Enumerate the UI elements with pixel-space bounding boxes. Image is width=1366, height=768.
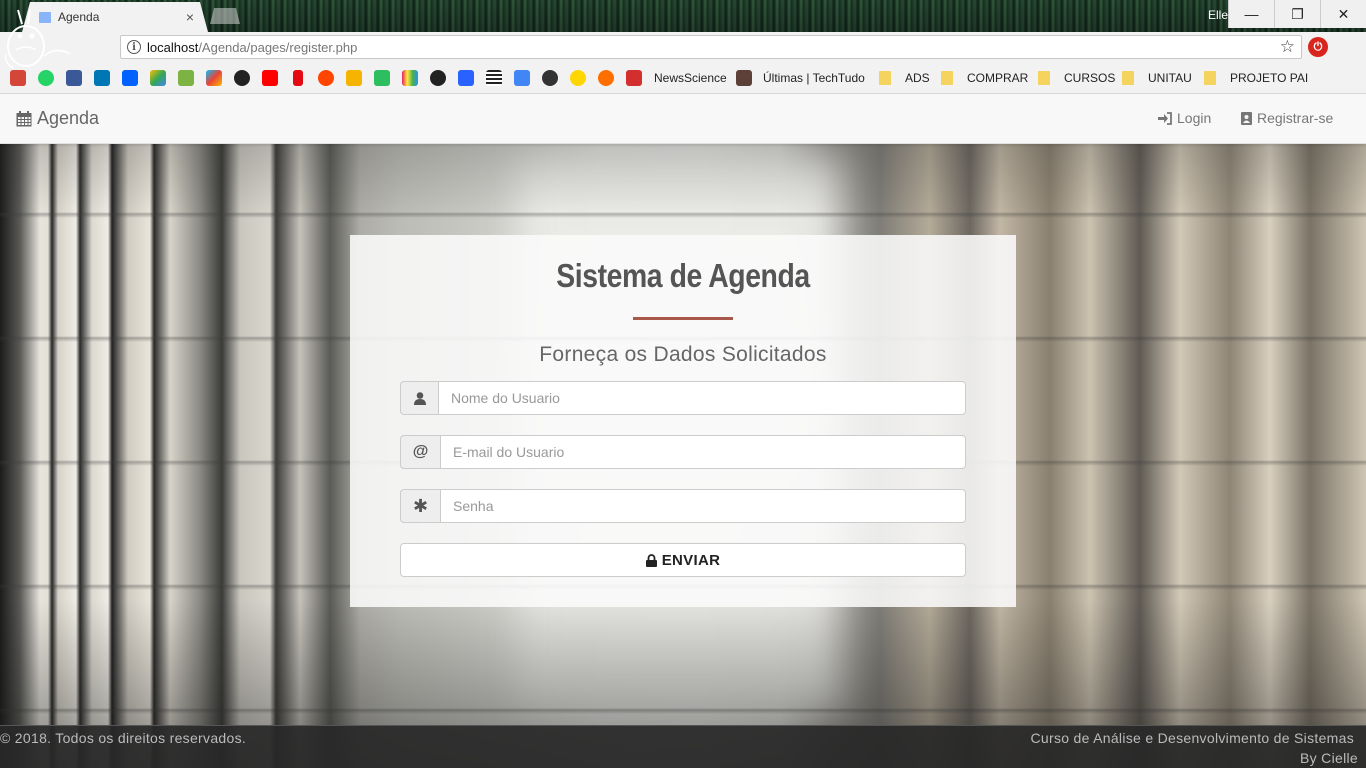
- bookmark-folder-comprar[interactable]: COMPRAR: [967, 71, 1028, 85]
- bookmark-folder-unitau[interactable]: UNITAU: [1148, 71, 1192, 85]
- extension-icon[interactable]: ⏻: [1308, 37, 1328, 57]
- facebook-icon[interactable]: [66, 70, 82, 86]
- browser-toolbar: i localhost /Agenda/pages/register.php ☆…: [0, 32, 1366, 62]
- calendar-24-icon[interactable]: [458, 70, 474, 86]
- register-form-card: Sistema de Agenda Forneça os Dados Solic…: [350, 235, 1016, 607]
- login-link[interactable]: Login: [1158, 110, 1211, 126]
- settings-sun-icon[interactable]: [598, 70, 614, 86]
- submit-label: ENVIAR: [661, 551, 721, 569]
- password-input[interactable]: [440, 489, 966, 523]
- lock-icon: [645, 553, 657, 567]
- navbar-brand[interactable]: Agenda: [16, 108, 99, 129]
- form-subtitle: Forneça os Dados Solicitados: [539, 343, 827, 366]
- bookmark-techtudo[interactable]: Últimas | TechTudo: [763, 71, 865, 85]
- url-path: /Agenda/pages/register.php: [198, 39, 358, 55]
- brand-label: Agenda: [37, 108, 100, 128]
- password-input-group: ✱: [400, 489, 966, 523]
- whatsapp-icon[interactable]: [38, 70, 54, 86]
- news-icon[interactable]: [486, 70, 502, 86]
- calendar-icon: [16, 110, 32, 126]
- github-icon[interactable]: [542, 70, 558, 86]
- restore-button[interactable]: ❐: [1274, 0, 1320, 28]
- email-input-group: @: [400, 435, 966, 469]
- evernote-icon[interactable]: [374, 70, 390, 86]
- sign-in-icon: [1158, 111, 1172, 125]
- minimize-button[interactable]: —: [1228, 0, 1274, 28]
- folder-icon: [879, 71, 891, 85]
- at-sign-icon: @: [400, 435, 440, 469]
- new-tab-button[interactable]: [210, 8, 240, 24]
- profile-name[interactable]: Elle: [1208, 8, 1228, 22]
- chrome-app-icon[interactable]: [430, 70, 446, 86]
- reddit-icon[interactable]: [318, 70, 334, 86]
- emoji-icon[interactable]: [570, 70, 586, 86]
- top-navbar: Agenda Login Registrar-se: [0, 94, 1366, 144]
- google-drive-icon[interactable]: [150, 70, 166, 86]
- submit-button[interactable]: ENVIAR: [400, 543, 966, 577]
- tab-title: Agenda: [58, 10, 100, 24]
- totoro-mascot-icon: [4, 9, 71, 69]
- title-divider: [633, 317, 733, 320]
- youtube-icon[interactable]: [262, 70, 278, 86]
- site-info-icon[interactable]: i: [127, 40, 141, 54]
- bookmark-folder-ads[interactable]: ADS: [905, 71, 930, 85]
- register-label: Registrar-se: [1257, 110, 1334, 126]
- scribd-icon[interactable]: [626, 70, 642, 86]
- folder-icon: [941, 71, 953, 85]
- login-label: Login: [1177, 110, 1212, 126]
- google-play-icon[interactable]: [206, 70, 222, 86]
- asterisk-icon: ✱: [400, 489, 440, 523]
- address-bar[interactable]: i localhost /Agenda/pages/register.php ☆: [120, 35, 1302, 59]
- bookmark-folder-cursos[interactable]: CURSOS: [1064, 71, 1115, 85]
- android-icon[interactable]: [178, 70, 194, 86]
- tab-close-icon[interactable]: ×: [186, 9, 194, 25]
- bookmark-newsscience[interactable]: NewsScience: [654, 71, 727, 85]
- colors-icon[interactable]: [402, 70, 418, 86]
- window-controls: — ❐ ✕: [1228, 0, 1366, 28]
- folder-icon: [1204, 71, 1216, 85]
- netflix-icon[interactable]: [293, 70, 303, 86]
- register-link[interactable]: Registrar-se: [1241, 110, 1333, 126]
- user-icon: [400, 381, 438, 415]
- page-footer: © 2018. Todos os direitos reservados. Cu…: [0, 725, 1366, 768]
- url-host: localhost: [147, 39, 199, 55]
- gmail-icon[interactable]: [10, 70, 26, 86]
- translate-icon[interactable]: [514, 70, 530, 86]
- linkedin-icon[interactable]: [94, 70, 110, 86]
- username-input-group: [400, 381, 966, 415]
- steam-icon[interactable]: [234, 70, 250, 86]
- course-text: Curso de Análise e Desenvolvimento de Si…: [1030, 730, 1354, 746]
- address-card-icon: [1241, 111, 1252, 125]
- keep-icon[interactable]: [346, 70, 362, 86]
- copyright-text: © 2018. Todos os direitos reservados.: [0, 730, 247, 746]
- page-viewport: Agenda Login Registrar-se Sistema de Age…: [0, 94, 1366, 768]
- form-title: Sistema de Agenda: [556, 257, 810, 294]
- folder-icon: [1038, 71, 1050, 85]
- username-input[interactable]: [438, 381, 966, 415]
- author-text: By Cielle: [1300, 750, 1358, 766]
- email-input[interactable]: [440, 435, 966, 469]
- techtudo-icon: [736, 70, 752, 86]
- bookmarks-bar: NewsScience Últimas | TechTudo ADS COMPR…: [0, 62, 1366, 94]
- close-window-button[interactable]: ✕: [1320, 0, 1366, 28]
- dropbox-icon[interactable]: [122, 70, 138, 86]
- bookmark-folder-projeto-pai[interactable]: PROJETO PAI: [1230, 71, 1308, 85]
- folder-icon: [1122, 71, 1134, 85]
- bookmark-star-icon[interactable]: ☆: [1280, 37, 1295, 57]
